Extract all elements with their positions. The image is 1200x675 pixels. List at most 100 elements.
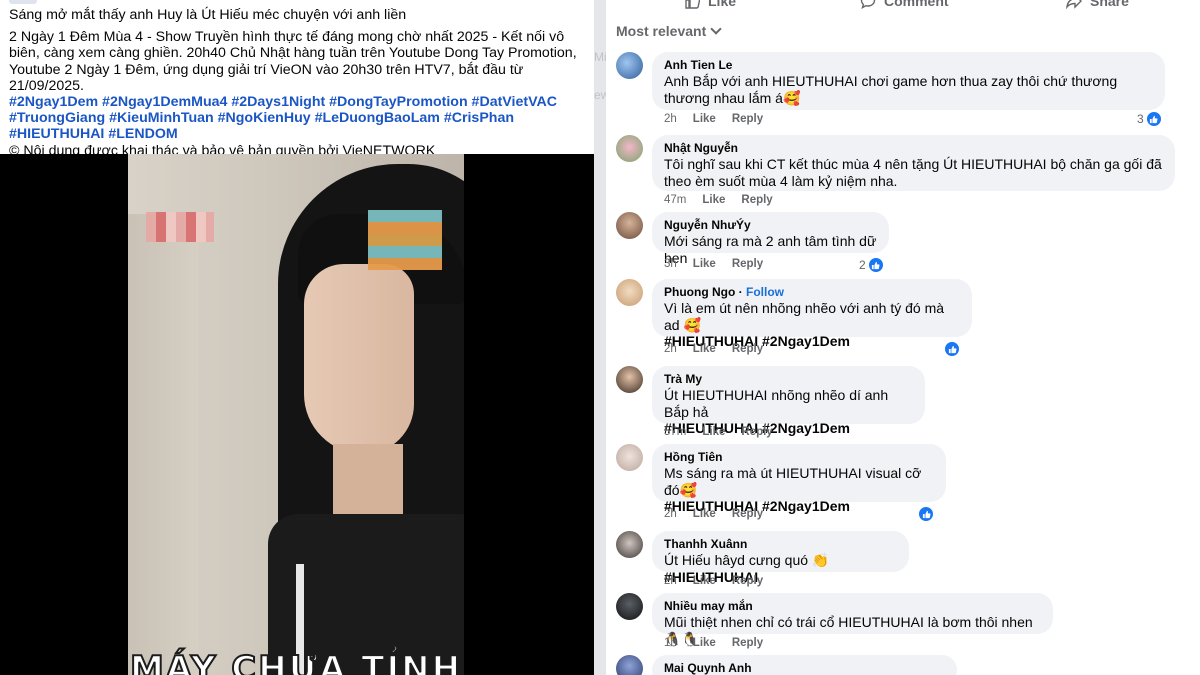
comment-reply-button[interactable]: Reply bbox=[741, 194, 772, 206]
video-person-face bbox=[304, 264, 414, 454]
comment-meta: 47m Like Reply bbox=[664, 194, 773, 206]
avatar[interactable] bbox=[616, 212, 643, 239]
comment-bubble: Thanhh Xuânn Út Hiếu hâyd cưng quó 👏 #HI… bbox=[652, 531, 909, 585]
comment-meta: 2h Like Reply bbox=[664, 113, 763, 125]
comment-bubble: Anh Tien Le Anh Bắp với anh HIEUTHUHAI c… bbox=[652, 52, 1165, 110]
comment-author[interactable]: Thanhh Xuânn bbox=[664, 537, 897, 552]
comment-like-button[interactable]: Like bbox=[693, 343, 716, 355]
comment-like-button[interactable]: Like bbox=[693, 508, 716, 520]
sort-label: Most relevant bbox=[616, 23, 707, 39]
comment-author: Phuong Ngo · Follow bbox=[664, 285, 784, 299]
screen: Sáng mở mắt thấy anh Huy là Út Hiếu méc … bbox=[0, 0, 1200, 675]
comment-author[interactable]: Nhật Nguyễn bbox=[664, 141, 1163, 156]
like-label: Like bbox=[708, 0, 737, 9]
avatar[interactable] bbox=[616, 366, 643, 393]
like-button[interactable]: Like bbox=[684, 0, 736, 10]
comment-reactions[interactable]: 3 bbox=[1137, 111, 1162, 127]
background-text-fragment: Mi bbox=[594, 50, 607, 64]
avatar[interactable] bbox=[616, 444, 643, 471]
share-button[interactable]: Share bbox=[1066, 0, 1129, 10]
comment-meta: 57m Like Reply bbox=[664, 426, 773, 438]
post-action-bar: Like Comment Share bbox=[606, 0, 1200, 12]
comment-like-button[interactable]: Like bbox=[702, 194, 725, 206]
video-pixelated-logo-right bbox=[368, 210, 442, 270]
video-person-neck bbox=[333, 444, 403, 514]
post-title: Sáng mở mắt thấy anh Huy là Út Hiếu méc … bbox=[9, 7, 407, 23]
like-reaction-icon bbox=[944, 341, 960, 357]
comment-author[interactable]: Nguyễn NhưÝy bbox=[664, 218, 877, 233]
comment-reply-button[interactable]: Reply bbox=[741, 426, 772, 438]
comment-bubble: Nhiều may mắn Mũi thiệt nhen chỉ có trái… bbox=[652, 593, 1053, 647]
comment-reply-button[interactable]: Reply bbox=[732, 113, 763, 125]
comment-bubble: Nguyễn NhưÝy Mới sáng ra mà 2 anh tâm tì… bbox=[652, 212, 889, 266]
video-player[interactable]: MÁY CHƯA TỈNH bbox=[0, 154, 594, 675]
video-frame bbox=[128, 154, 464, 675]
comment-reply-button[interactable]: Reply bbox=[732, 575, 763, 587]
comment-author-name[interactable]: Phuong Ngo bbox=[664, 285, 735, 299]
video-caption: MÁY CHƯA TỈNH bbox=[129, 648, 463, 675]
follow-button[interactable]: Follow bbox=[746, 285, 784, 299]
comment-author[interactable]: Mai Quynh Anh bbox=[664, 661, 945, 675]
comment-label: Comment bbox=[884, 0, 949, 9]
comment-time[interactable]: 2h bbox=[664, 508, 677, 520]
comment-time[interactable]: 3h bbox=[664, 258, 677, 270]
comment-reactions[interactable] bbox=[918, 506, 934, 522]
avatar[interactable] bbox=[616, 655, 643, 675]
post-panel: Sáng mở mắt thấy anh Huy là Út Hiếu méc … bbox=[0, 0, 594, 675]
comment-time[interactable]: 2h bbox=[664, 113, 677, 125]
reaction-count: 2 bbox=[859, 258, 866, 272]
comment-reply-button[interactable]: Reply bbox=[732, 343, 763, 355]
avatar[interactable] bbox=[616, 52, 643, 79]
comment-sort-dropdown[interactable]: Most relevant bbox=[616, 23, 722, 39]
share-icon bbox=[1066, 0, 1082, 9]
comment-bubble: Trà My Út HIEUTHUHAI nhõng nhẽo dí anh B… bbox=[652, 366, 925, 436]
like-reaction-icon bbox=[867, 257, 884, 273]
comment-meta: 2h Like Reply bbox=[664, 508, 763, 520]
comment-meta: 2h Like Reply bbox=[664, 343, 763, 355]
comment-author[interactable]: Trà My bbox=[664, 372, 913, 387]
comment-like-button[interactable]: Like bbox=[693, 575, 716, 587]
thumbs-up-icon bbox=[685, 0, 700, 9]
comment-reply-button[interactable]: Reply bbox=[732, 508, 763, 520]
comment-like-button[interactable]: Like bbox=[693, 113, 716, 125]
comment-author[interactable]: Nhiều may mắn bbox=[664, 599, 1041, 614]
comment-bubble: Nhật Nguyễn Tôi nghĩ sau khi CT kết thúc… bbox=[652, 135, 1175, 191]
like-reaction-icon bbox=[1145, 111, 1162, 127]
comment-text: Tôi nghĩ sau khi CT kết thúc mùa 4 nên t… bbox=[664, 156, 1162, 189]
comment-author[interactable]: Hồng Tiên bbox=[664, 450, 934, 465]
post-text: Sáng mở mắt thấy anh Huy là Út Hiếu méc … bbox=[9, 7, 589, 159]
comment-reply-button[interactable]: Reply bbox=[732, 637, 763, 649]
comments-panel: Like Comment Share Most relevant Anh Tie… bbox=[606, 0, 1200, 675]
video-background-door bbox=[128, 214, 198, 675]
comment-text: Ms sáng ra mà út HIEUTHUHAI visual cỡ đó… bbox=[664, 465, 922, 498]
comment-button[interactable]: Comment bbox=[860, 0, 949, 10]
comment-meta: 1h Like Reply bbox=[664, 637, 763, 649]
comment-time[interactable]: 1h bbox=[664, 637, 677, 649]
comment-bubble: Mai Quynh Anh bbox=[652, 655, 957, 675]
comment-like-button[interactable]: Like bbox=[693, 258, 716, 270]
comment-bubble: Phuong Ngo · Follow Vì là em út nên nhõn… bbox=[652, 279, 972, 349]
comment-like-button[interactable]: Like bbox=[702, 426, 725, 438]
comment-time[interactable]: 47m bbox=[664, 194, 686, 206]
avatar[interactable] bbox=[616, 531, 643, 558]
comment-bubble: Hồng Tiên Ms sáng ra mà út HIEUTHUHAI vi… bbox=[652, 444, 946, 514]
chevron-down-icon bbox=[710, 23, 722, 35]
reaction-count: 3 bbox=[1137, 112, 1144, 126]
like-reaction-icon bbox=[918, 506, 934, 522]
comment-time[interactable]: 2h bbox=[664, 575, 677, 587]
avatar[interactable] bbox=[616, 279, 643, 306]
post-hashtags[interactable]: #2Ngay1Dem #2Ngay1DemMua4 #2Days1Night #… bbox=[9, 94, 589, 143]
post-header-fragment bbox=[9, 0, 37, 4]
comment-like-button[interactable]: Like bbox=[693, 637, 716, 649]
avatar[interactable] bbox=[616, 135, 643, 162]
avatar[interactable] bbox=[616, 593, 643, 620]
video-pixelated-logo-left bbox=[146, 212, 214, 242]
comment-reply-button[interactable]: Reply bbox=[732, 258, 763, 270]
comment-time[interactable]: 2h bbox=[664, 343, 677, 355]
comment-text: Vì là em út nên nhõng nhẽo với anh tý đó… bbox=[664, 300, 945, 333]
comment-reactions[interactable] bbox=[944, 341, 960, 357]
comment-time[interactable]: 57m bbox=[664, 426, 686, 438]
comment-author[interactable]: Anh Tien Le bbox=[664, 58, 1153, 73]
comment-reactions[interactable]: 2 bbox=[859, 257, 884, 273]
comment-meta: 3h Like Reply bbox=[664, 258, 763, 270]
